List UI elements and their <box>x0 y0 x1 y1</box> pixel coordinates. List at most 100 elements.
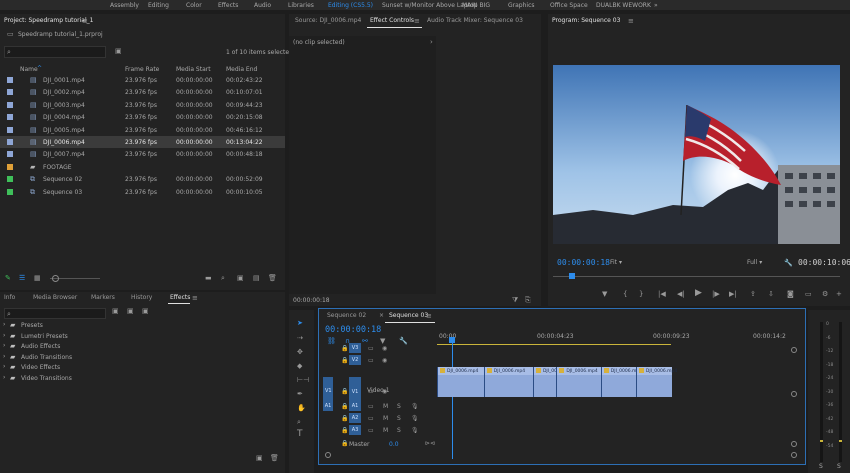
pencil-icon[interactable]: ✎ <box>5 274 11 282</box>
slip-tool-icon[interactable]: ⊢⊣ <box>297 376 309 384</box>
go-to-end-icon[interactable]: ⊳⊲ <box>425 440 435 448</box>
track-label-a3[interactable]: A3 <box>349 425 361 435</box>
project-item-row[interactable]: ⧉ Sequence 03 23.976 fps 00:00:00:00 00:00:1… <box>0 186 285 198</box>
meter-solo-left[interactable]: S <box>819 463 823 470</box>
meter-solo-right[interactable]: S <box>837 463 841 470</box>
extract-icon[interactable]: ⇩ <box>768 290 774 298</box>
new-bin-icon[interactable]: ▣ <box>115 47 122 55</box>
eye-icon[interactable]: ◉ <box>382 345 387 353</box>
project-tab[interactable]: Project: Speedramp tutorial_1 <box>4 14 93 28</box>
playhead-marker[interactable] <box>569 273 575 279</box>
workspace-tab[interactable]: Effects <box>218 2 238 9</box>
find-icon[interactable]: ⌕ <box>221 274 225 282</box>
voiceover-icon[interactable]: 🎙 <box>411 427 419 435</box>
tab-media-browser[interactable]: Media Browser <box>33 292 77 304</box>
workspace-tab[interactable]: Libraries <box>288 2 314 9</box>
sync-lock-icon[interactable]: ▭ <box>368 427 374 435</box>
timeline-clip[interactable]: DJI_0006.mp4 <box>483 367 534 397</box>
32bit-effects-icon[interactable]: ▣ <box>127 307 134 315</box>
source-patch-v1[interactable]: V1 <box>325 388 332 394</box>
add-button-icon[interactable]: + <box>836 290 842 298</box>
step-back-icon[interactable]: ◀| <box>677 290 685 298</box>
chevron-right-icon[interactable]: › <box>3 342 5 349</box>
project-item-row[interactable]: ⧉ Sequence 02 23.976 fps 00:00:00:00 00:00:5… <box>0 173 285 185</box>
program-scrubber[interactable] <box>553 276 840 277</box>
label-color-chip[interactable] <box>7 188 13 195</box>
timeline-scrollbar[interactable] <box>325 452 797 458</box>
settings-icon[interactable]: ⚙ <box>822 290 828 298</box>
panel-menu-icon[interactable]: ≡ <box>82 17 88 25</box>
go-to-out-icon[interactable]: ▶| <box>729 290 737 298</box>
hand-tool-icon[interactable]: ✋ <box>297 404 306 412</box>
solo-button[interactable]: S <box>397 415 401 423</box>
lock-icon[interactable]: 🔒 <box>341 357 348 365</box>
tab-source[interactable]: Source: DJI_0006.mp4 <box>295 14 361 28</box>
yuv-effects-icon[interactable]: ▣ <box>142 307 149 315</box>
new-bin-icon[interactable]: ▣ <box>256 454 263 462</box>
project-item-row[interactable]: ▰ FOOTAGE <box>0 161 285 173</box>
col-frame-rate[interactable]: Frame Rate <box>125 66 159 73</box>
timeline-ruler[interactable]: 00:00 00:00:04:23 00:00:09:23 00:00:14:2 <box>437 327 797 341</box>
project-item-row[interactable]: ▤ DJI_0006.mp4 23.976 fps 00:00:00:00 00:13:… <box>0 136 285 148</box>
effects-folder[interactable]: › ▰ Video Transitions <box>0 373 285 383</box>
label-color-chip[interactable] <box>7 139 13 145</box>
effects-search-input[interactable]: ⌕ <box>4 308 106 319</box>
zoom-tool-icon[interactable]: ⌕ <box>297 418 301 426</box>
track-label-a1[interactable]: A1 <box>349 401 361 411</box>
list-view-icon[interactable]: ☰ <box>19 274 25 282</box>
col-name[interactable]: Name <box>20 66 38 73</box>
project-item-row[interactable]: ▤ DJI_0004.mp4 23.976 fps 00:00:00:00 00:20:… <box>0 111 285 123</box>
project-item-row[interactable]: ▤ DJI_0007.mp4 23.976 fps 00:00:00:00 00:00:… <box>0 148 285 160</box>
effects-folder[interactable]: › ▰ Lumetri Presets <box>0 331 285 341</box>
workspace-tab[interactable]: MAIN BIG <box>462 2 490 9</box>
trash-icon[interactable]: 🗑 <box>270 454 279 462</box>
program-timecode[interactable]: 00:00:00:18 <box>557 258 610 267</box>
track-target-a2[interactable] <box>323 413 333 423</box>
track-target-v2[interactable] <box>323 355 333 365</box>
new-item-icon[interactable]: ▤ <box>253 274 260 282</box>
accelerated-effects-icon[interactable]: ▣ <box>112 307 119 315</box>
lock-icon[interactable]: 🔒 <box>341 440 348 448</box>
tab-effect-controls[interactable]: Effect Controls <box>370 14 414 28</box>
export-frame-icon[interactable]: ▭ <box>805 290 812 298</box>
effects-folder[interactable]: › ▰ Presets <box>0 320 285 330</box>
tab-sequence-03[interactable]: Sequence 03 <box>389 309 428 323</box>
col-media-start[interactable]: Media Start <box>176 66 211 73</box>
tab-markers[interactable]: Markers <box>91 292 115 304</box>
program-tab[interactable]: Program: Sequence 03 <box>552 14 620 28</box>
tab-info[interactable]: Info <box>4 292 15 304</box>
vertical-scroll-a[interactable] <box>791 391 797 397</box>
label-color-chip[interactable] <box>7 89 13 96</box>
eye-icon[interactable]: ◉ <box>382 357 387 365</box>
ripple-edit-tool-icon[interactable]: ✥ <box>297 348 303 356</box>
step-forward-icon[interactable]: |▶ <box>712 290 720 298</box>
mark-in-icon[interactable]: { <box>623 290 627 298</box>
lock-icon[interactable]: 🔒 <box>341 403 348 411</box>
camera-icon[interactable]: ◙ <box>787 290 794 298</box>
track-select-tool-icon[interactable]: ⇢ <box>297 334 303 342</box>
timeline-clip[interactable]: DJI_0006.mp4 <box>532 367 574 397</box>
effects-folder[interactable]: › ▰ Video Effects <box>0 362 285 372</box>
tab-sequence-02[interactable]: Sequence 02 <box>327 309 366 323</box>
mute-button[interactable]: M <box>383 415 388 423</box>
pen-tool-icon[interactable]: ✒ <box>297 390 303 398</box>
mute-button[interactable]: M <box>383 403 388 411</box>
timeline-timecode[interactable]: 00:00:00:18 <box>325 325 381 335</box>
go-to-in-icon[interactable]: |◀ <box>658 290 666 298</box>
col-media-end[interactable]: Media End <box>226 66 257 73</box>
master-volume[interactable]: 0.0 <box>389 441 399 448</box>
workspace-tab[interactable]: Graphics <box>508 2 535 9</box>
playhead-handle[interactable] <box>449 337 455 343</box>
close-icon[interactable]: × <box>379 312 384 320</box>
project-search-input[interactable]: ⌕ <box>4 46 106 58</box>
track-label-v2[interactable]: V2 <box>349 355 361 365</box>
filter-icon[interactable]: ⧩ <box>512 296 518 304</box>
sync-lock-icon[interactable]: ▭ <box>368 345 374 353</box>
track-target-a3[interactable] <box>323 425 333 435</box>
mute-button[interactable]: M <box>383 427 388 435</box>
label-color-chip[interactable] <box>7 126 13 133</box>
chevron-right-icon[interactable]: › <box>3 353 5 360</box>
timeline-clip[interactable]: DJI_0006.mp4 <box>600 367 642 397</box>
voiceover-icon[interactable]: 🎙 <box>411 403 419 411</box>
expand-arrow-icon[interactable]: › <box>430 38 433 46</box>
